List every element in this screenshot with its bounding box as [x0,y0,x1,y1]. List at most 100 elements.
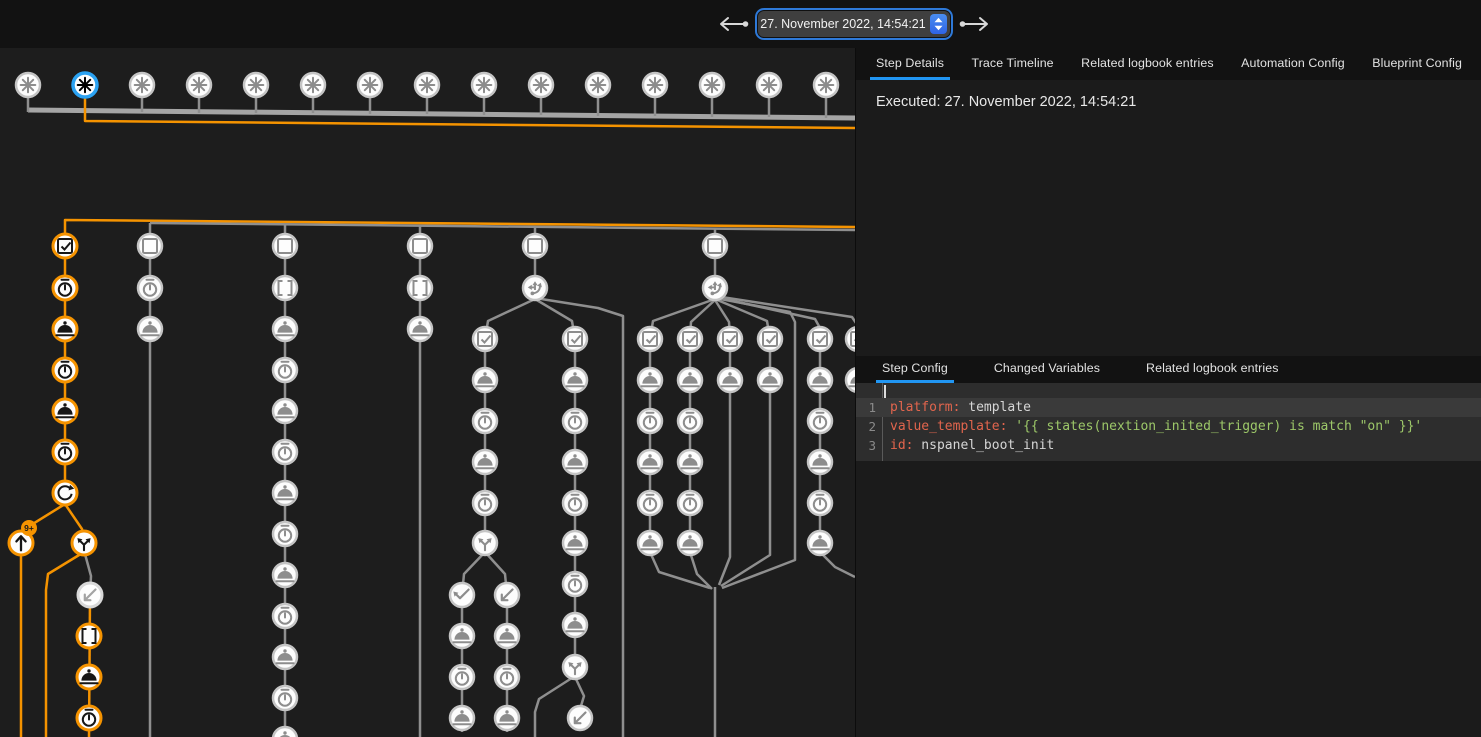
graph-node-timer-icon[interactable] [273,440,297,464]
graph-node-cloche-icon[interactable] [77,665,101,689]
run-date-select[interactable]: 27. November 2022, 14:54:21 [758,11,950,37]
graph-node-timer-icon[interactable] [808,409,832,433]
graph-node-cloche-icon[interactable] [273,481,297,505]
graph-node-checkbox-icon[interactable] [638,327,662,351]
yaml-editor[interactable]: 1platform: template2value_template: '{{ … [856,383,1481,461]
trigger-node-asterisk-icon[interactable] [814,73,838,97]
graph-node-cloche-icon[interactable] [563,450,587,474]
graph-node-square-icon[interactable] [523,234,547,258]
graph-node-timer-icon[interactable] [678,409,702,433]
graph-node-timer-icon[interactable] [678,491,702,515]
sub-tab-related-logbook-entries[interactable]: Related logbook entries [1140,356,1285,383]
graph-node-cloche-icon[interactable] [450,624,474,648]
graph-node-timer-icon[interactable] [273,358,297,382]
graph-node-timer-icon[interactable] [273,522,297,546]
graph-node-timer-icon[interactable] [53,440,77,464]
graph-node-split-icon[interactable] [473,531,497,555]
graph-node-cloche-icon[interactable] [273,645,297,669]
graph-node-arrow-bl-icon[interactable] [568,706,592,730]
main-tab-trace-timeline[interactable]: Trace Timeline [965,48,1059,80]
trigger-node-asterisk-icon[interactable] [700,73,724,97]
graph-node-cloche-icon[interactable] [638,531,662,555]
graph-node-timer-icon[interactable] [53,276,77,300]
graph-node-cloche-icon[interactable] [138,317,162,341]
graph-node-brackets-icon[interactable] [77,624,101,648]
graph-node-choose-icon[interactable] [703,276,727,300]
graph-node-cloche-icon[interactable] [473,368,497,392]
graph-node-cloche-icon[interactable] [758,368,782,392]
graph-node-checkbox-icon[interactable] [808,327,832,351]
graph-node-refresh-icon[interactable] [53,481,77,505]
graph-node-cloche-icon[interactable] [473,450,497,474]
graph-node-timer-icon[interactable] [495,665,519,689]
graph-node-square-icon[interactable] [138,234,162,258]
graph-node-arrow-bl-icon[interactable] [495,583,519,607]
graph-node-checkbox-icon[interactable] [846,327,855,351]
graph-node-cloche-icon[interactable] [638,450,662,474]
trigger-node-asterisk-icon[interactable] [187,73,211,97]
graph-node-timer-icon[interactable] [273,604,297,628]
graph-node-timer-icon[interactable] [638,491,662,515]
graph-node-arrow-bl-icon[interactable] [78,583,102,607]
graph-node-cloche-icon[interactable] [495,624,519,648]
graph-node-cloche-icon[interactable] [638,368,662,392]
graph-node-cloche-icon[interactable] [53,399,77,423]
graph-node-arrow-check-icon[interactable] [450,583,474,607]
main-tab-blueprint-config[interactable]: Blueprint Config [1366,48,1468,80]
previous-run-button[interactable] [716,14,750,34]
graph-node-choose-icon[interactable] [523,276,547,300]
graph-node-cloche-icon[interactable] [678,531,702,555]
graph-node-timer-icon[interactable] [450,665,474,689]
graph-node-timer-icon[interactable] [563,491,587,515]
graph-node-cloche-icon[interactable] [808,531,832,555]
graph-node-cloche-icon[interactable] [563,531,587,555]
main-tab-step-details[interactable]: Step Details [870,48,950,80]
next-run-button[interactable] [958,14,992,34]
graph-node-timer-icon[interactable] [808,491,832,515]
graph-node-timer-icon[interactable] [138,276,162,300]
trigger-node-asterisk-icon[interactable] [130,73,154,97]
graph-node-cloche-icon[interactable] [678,368,702,392]
graph-node-cloche-icon[interactable] [718,368,742,392]
graph-node-cloche-icon[interactable] [563,613,587,637]
sub-tab-changed-variables[interactable]: Changed Variables [988,356,1106,383]
trigger-node-asterisk-icon[interactable] [415,73,439,97]
main-tab-automation-config[interactable]: Automation Config [1235,48,1351,80]
trigger-node-asterisk-icon[interactable] [586,73,610,97]
graph-node-cloche-icon[interactable] [408,317,432,341]
graph-node-timer-icon[interactable] [638,409,662,433]
graph-node-checkbox-icon[interactable] [678,327,702,351]
graph-node-timer-icon[interactable] [473,409,497,433]
graph-node-cloche-icon[interactable] [808,450,832,474]
graph-node-timer-icon[interactable] [563,409,587,433]
graph-node-cloche-icon[interactable] [495,706,519,730]
graph-node-timer-icon[interactable] [53,358,77,382]
trigger-node-asterisk-icon[interactable] [244,73,268,97]
graph-node-square-icon[interactable] [273,234,297,258]
graph-node-cloche-icon[interactable] [53,317,77,341]
graph-node-arrow-up-icon[interactable]: 9+ [9,520,37,555]
trigger-node-asterisk-icon[interactable] [73,73,97,97]
graph-node-split-icon[interactable] [72,531,96,555]
sub-tab-step-config[interactable]: Step Config [876,356,954,383]
graph-node-timer-icon[interactable] [273,686,297,710]
graph-node-checkbox-icon[interactable] [53,234,77,258]
trigger-node-asterisk-icon[interactable] [16,73,40,97]
graph-node-cloche-icon[interactable] [450,706,474,730]
graph-node-timer-icon[interactable] [77,706,101,730]
graph-node-cloche-icon[interactable] [678,450,702,474]
graph-node-square-icon[interactable] [408,234,432,258]
graph-node-cloche-icon[interactable] [563,368,587,392]
graph-node-brackets-icon[interactable] [408,276,432,300]
graph-node-split-icon[interactable] [563,655,587,679]
graph-node-square-icon[interactable] [703,234,727,258]
graph-node-cloche-icon[interactable] [273,317,297,341]
graph-node-cloche-icon[interactable] [846,368,855,392]
trigger-node-asterisk-icon[interactable] [358,73,382,97]
graph-node-brackets-icon[interactable] [273,276,297,300]
trigger-node-asterisk-icon[interactable] [472,73,496,97]
graph-node-checkbox-icon[interactable] [563,327,587,351]
graph-node-timer-icon[interactable] [563,572,587,596]
graph-node-cloche-icon[interactable] [273,727,297,737]
trigger-node-asterisk-icon[interactable] [301,73,325,97]
